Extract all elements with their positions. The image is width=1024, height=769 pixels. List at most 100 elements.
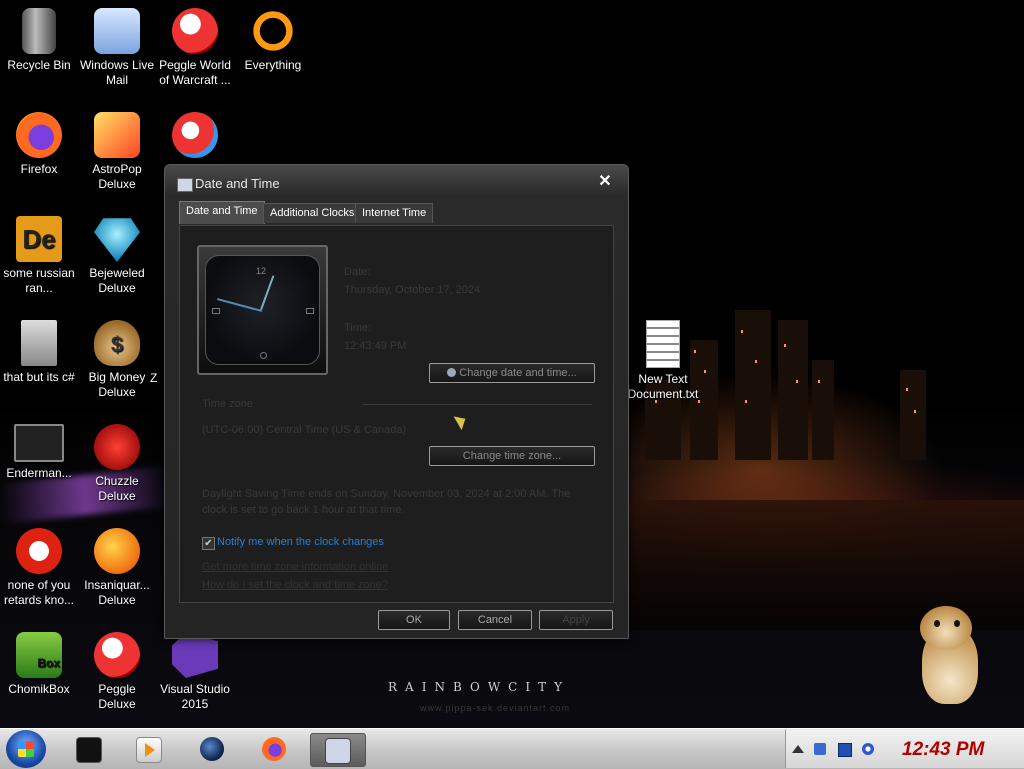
desktop-icon-everything[interactable]: Everything: [234, 8, 312, 73]
desktop-icon-new-text-document[interactable]: New Text Document.txt: [624, 320, 702, 402]
building: [900, 370, 926, 460]
change-timezone-button[interactable]: Change time zone...: [429, 446, 595, 466]
desktop-icon-enderman[interactable]: Enderman...: [0, 424, 78, 481]
change-date-time-button[interactable]: Change date and time...: [429, 363, 595, 383]
text-file-icon: [646, 320, 680, 368]
taskbar-item-firefox[interactable]: [250, 733, 298, 765]
dst-notice-line-1: Daylight Saving Time ends on Sunday, Nov…: [202, 488, 571, 500]
apply-button[interactable]: Apply: [539, 610, 613, 630]
dialog-title: Date and Time: [195, 176, 280, 191]
wallpaper-url: www.pippa-sek.deviantart.com: [420, 703, 571, 713]
desktop-icon-big-money[interactable]: $ Big Money Deluxe: [78, 320, 156, 400]
clock-numeral-12: 12: [256, 266, 267, 276]
media-player-icon: [136, 737, 162, 763]
tab-date-and-time[interactable]: Date and Time: [179, 201, 265, 224]
notify-checkbox[interactable]: ✔: [202, 537, 215, 550]
timezone-label: Time zone: [202, 398, 253, 410]
show-hidden-icons-icon[interactable]: [792, 745, 804, 753]
desktop-icon-windows-live-mail[interactable]: Windows Live Mail: [78, 8, 156, 88]
clock-hour-hand: [260, 275, 275, 310]
date-time-icon: [177, 178, 193, 192]
monitor-icon[interactable]: [838, 743, 852, 757]
dialog-titlebar[interactable]: Date and Time ✕: [165, 165, 628, 199]
date-time-panel: 12 Date: Thursday, October 17, 2024 Time…: [179, 225, 614, 603]
taskbar-item-date-time[interactable]: [310, 733, 366, 767]
taskbar-item-media-player[interactable]: [124, 733, 172, 765]
hamster-eye: [954, 620, 960, 627]
date-time-dialog: Date and Time ✕ Date and Time Additional…: [164, 164, 629, 639]
chuzzle-icon: [94, 424, 140, 470]
chomikbox-icon: Box: [16, 632, 62, 678]
building: [778, 320, 808, 460]
desktop-icon-visual-studio[interactable]: Visual Studio 2015: [156, 632, 234, 712]
hamster-eye: [934, 620, 940, 627]
desktop-icon-some-russian[interactable]: De some russian ran...: [0, 216, 78, 296]
hamster-head: [920, 606, 972, 650]
desktop-icon-astropop[interactable]: AstroPop Deluxe: [78, 112, 156, 192]
dst-notice-line-2: clock is set to go back 1 hour at that t…: [202, 504, 405, 516]
copy-icon: [21, 320, 57, 366]
taskbar-clock[interactable]: 12:43 PM: [902, 739, 984, 761]
dragon-icon: [16, 528, 62, 574]
timezone-separator: [362, 404, 592, 405]
notify-label[interactable]: Notify me when the clock changes: [217, 536, 384, 548]
network-icon[interactable]: [814, 743, 826, 755]
recycle-bin-icon: [22, 8, 56, 54]
timezone-value: (UTC-06:00) Central Time (US & Canada): [202, 424, 407, 436]
desktop-icon-none-of-you[interactable]: none of you retards kno...: [0, 528, 78, 608]
play-icon: [145, 743, 155, 757]
tab-additional-clocks[interactable]: Additional Clocks: [263, 203, 362, 223]
date-value: Thursday, October 17, 2024: [344, 284, 481, 296]
close-button[interactable]: ✕: [596, 173, 614, 191]
desktop-icon-that-but-csharp[interactable]: that but its c#: [0, 320, 78, 385]
peggle-icon: [172, 112, 218, 158]
analog-clock: 12: [197, 245, 328, 375]
building: [812, 360, 834, 460]
building: [735, 310, 771, 460]
terminal-icon: [76, 737, 102, 763]
desktop-icon-insaniquarium[interactable]: Insaniquar... Deluxe: [78, 528, 156, 608]
desktop-icon-bejeweled[interactable]: Bejeweled Deluxe: [78, 216, 156, 296]
cancel-button[interactable]: Cancel: [458, 610, 532, 630]
start-button[interactable]: [6, 730, 46, 768]
clock-marker-6: [260, 352, 267, 359]
taskbar-item-globe[interactable]: [188, 733, 236, 765]
clock-face: 12: [205, 255, 320, 365]
shortcut-icon: [14, 424, 64, 462]
money-bag-icon: $: [94, 320, 140, 366]
system-tray: 12:43 PM: [785, 730, 1024, 768]
desktop-icon-chuzzle[interactable]: Chuzzle Deluxe: [78, 424, 156, 504]
desktop-icon-peggle-deluxe[interactable]: Peggle Deluxe: [78, 632, 156, 712]
timezone-info-link[interactable]: Get more time zone information online: [202, 561, 388, 573]
desktop-icon-peggle-unlabeled[interactable]: [156, 112, 234, 162]
firefox-icon: [16, 112, 62, 158]
windows-logo-icon: [18, 741, 34, 757]
date-time-icon: [325, 738, 351, 764]
tab-internet-time[interactable]: Internet Time: [355, 203, 434, 223]
taskbar: 12:43 PM: [0, 728, 1024, 769]
shield-icon: [447, 368, 457, 377]
desktop-icon-chomikbox[interactable]: Box ChomikBox: [0, 632, 78, 697]
search-icon: [250, 8, 296, 54]
astropop-icon: [94, 112, 140, 158]
hamster-desktop-pet[interactable]: [912, 606, 982, 706]
desktop-icon-firefox[interactable]: Firefox: [0, 112, 78, 177]
how-set-clock-link[interactable]: How do I set the clock and time zone?: [202, 579, 388, 591]
date-label: Date:: [344, 266, 371, 278]
desktop-icon-recycle-bin[interactable]: Recycle Bin: [0, 8, 78, 73]
clock-minute-hand: [217, 298, 262, 312]
peggle-icon: [94, 632, 140, 678]
time-value: 12:43:49 PM: [344, 340, 407, 352]
de-icon: De: [16, 216, 62, 262]
desktop-icon-peggle-wow[interactable]: Peggle World of Warcraft ...: [156, 8, 234, 88]
peggle-icon: [172, 8, 218, 54]
fish-icon: [94, 528, 140, 574]
gem-icon: [94, 218, 140, 262]
volume-icon[interactable]: [862, 743, 874, 755]
mail-icon: [94, 8, 140, 54]
ok-button[interactable]: OK: [378, 610, 450, 630]
close-icon: ✕: [598, 173, 612, 190]
taskbar-item-terminal[interactable]: [64, 733, 112, 765]
time-label: Time:: [344, 322, 372, 334]
firefox-icon: [262, 737, 286, 761]
